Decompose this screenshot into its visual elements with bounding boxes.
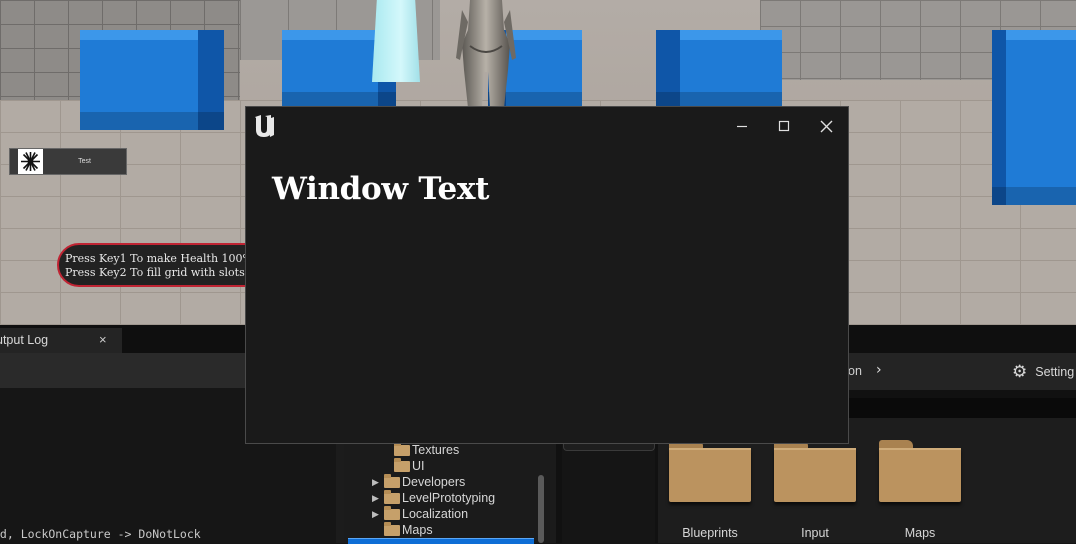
tree-item-label: Textures (412, 443, 460, 457)
hud-instruction-line: Press Key2 To fill grid with slots a (65, 266, 255, 279)
folder-icon (384, 489, 400, 504)
folder-icon (384, 521, 400, 536)
gear-icon: ⚙ (1012, 362, 1028, 381)
minimize-icon (737, 125, 747, 128)
tree-item-textures[interactable]: Textures (382, 441, 460, 457)
log-line: ed, LockOnCapture -> DoNotLock (0, 527, 201, 541)
hud-test-button[interactable]: Test (9, 148, 127, 175)
window-text: Window Text (272, 171, 490, 207)
folder-icon (669, 440, 751, 502)
tree-item-developers[interactable]: ▶ Developers (372, 473, 466, 489)
starburst-icon (18, 149, 43, 174)
tree-item-label: UI (412, 459, 425, 473)
asset-label: Blueprints (682, 526, 738, 540)
hologram-effect (372, 0, 420, 82)
maximize-button[interactable] (771, 115, 797, 137)
floating-window[interactable]: Window Text (245, 106, 849, 444)
hud-instruction-line: Press Key1 To make Health 100% (65, 252, 253, 265)
path-bar (848, 398, 1076, 418)
asset-label: Maps (904, 526, 936, 540)
window-title-bar[interactable] (246, 107, 848, 147)
blue-cube-5 (992, 30, 1076, 205)
tree-item-label: LevelPrototyping (402, 491, 496, 505)
close-button[interactable] (813, 115, 839, 137)
folder-icon (879, 440, 961, 502)
character-mannequin (456, 0, 516, 108)
blue-cube-4 (656, 30, 782, 110)
close-icon (820, 120, 832, 132)
expand-arrow-icon[interactable]: ▶ (372, 509, 382, 520)
tree-scrollbar[interactable] (538, 475, 544, 543)
unreal-logo-icon (255, 115, 274, 137)
minimize-button[interactable] (729, 115, 755, 137)
tree-item-selected[interactable] (348, 538, 534, 544)
tab-output-log-label: utput Log (0, 333, 49, 347)
blue-cube-1 (80, 30, 224, 130)
tree-item-label: Localization (402, 507, 469, 521)
folder-icon (394, 441, 410, 456)
folder-icon (394, 457, 410, 472)
expand-arrow-icon[interactable]: ▶ (372, 477, 382, 488)
hud-test-label: Test (78, 158, 91, 165)
tree-item-localization[interactable]: ▶ Localization (372, 505, 469, 521)
folder-icon (384, 505, 400, 520)
tree-item-label: Developers (402, 475, 466, 489)
folder-icon (774, 440, 856, 502)
tree-item-label: Maps (402, 523, 433, 537)
breadcrumb-segment[interactable]: on (848, 364, 862, 378)
folder-icon (384, 473, 400, 488)
tree-item-levelprototyping[interactable]: ▶ LevelPrototyping (372, 489, 496, 505)
tree-item-ui[interactable]: UI (382, 457, 425, 473)
close-tab-icon[interactable]: × (99, 332, 107, 347)
expand-arrow-icon[interactable]: ▶ (372, 493, 382, 504)
tab-output-log[interactable]: utput Log × (0, 328, 122, 353)
asset-label: Input (801, 526, 829, 540)
hud-instructions: Press Key1 To make Health 100% Press Key… (57, 243, 257, 287)
breadcrumb-arrow-icon[interactable]: › (876, 362, 882, 378)
settings-button[interactable]: ⚙ Setting (1012, 362, 1074, 382)
maximize-icon (778, 120, 790, 132)
settings-label: Setting (1035, 365, 1075, 379)
tree-item-maps[interactable]: Maps (372, 521, 433, 537)
